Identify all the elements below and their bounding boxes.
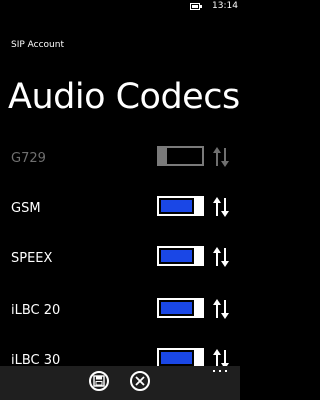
codec-toggle-gsm[interactable]: [157, 196, 204, 216]
save-icon: [93, 375, 105, 387]
codec-row-speex: SPEEX: [0, 244, 240, 274]
app-bar: [0, 366, 240, 400]
codec-toggle-speex[interactable]: [157, 246, 204, 266]
codec-list: Audio Codecs G729 GSM SPEEX iLBC 20 iLBC…: [0, 0, 240, 370]
save-button[interactable]: [89, 371, 109, 391]
codec-label: G729: [11, 151, 46, 166]
codec-toggle-g729[interactable]: [157, 146, 204, 166]
close-icon: [135, 376, 145, 386]
codec-row-ilbc20: iLBC 20: [0, 296, 240, 326]
codec-toggle-ilbc30[interactable]: [157, 348, 204, 368]
page-title: Audio Codecs: [8, 77, 240, 117]
reorder-handle-icon[interactable]: [210, 144, 232, 170]
cancel-button[interactable]: [130, 371, 150, 391]
codec-label: SPEEX: [11, 251, 53, 266]
codec-row-gsm: GSM: [0, 194, 240, 224]
codec-label: iLBC 20: [11, 303, 61, 318]
reorder-handle-icon[interactable]: [210, 296, 232, 322]
more-icon[interactable]: [212, 368, 228, 374]
codec-toggle-ilbc20[interactable]: [157, 298, 204, 318]
codec-label: GSM: [11, 201, 41, 216]
reorder-handle-icon[interactable]: [210, 244, 232, 270]
reorder-handle-icon[interactable]: [210, 194, 232, 220]
codec-row-g729: G729: [0, 144, 240, 174]
